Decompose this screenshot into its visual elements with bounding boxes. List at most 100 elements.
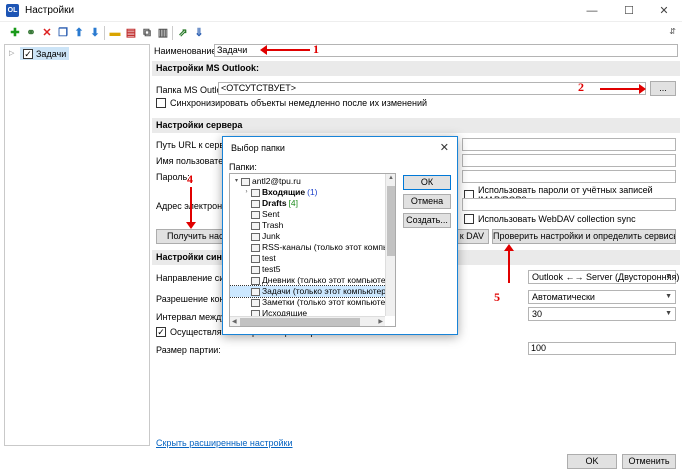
folder-icon [251, 188, 260, 197]
conflict-select[interactable]: Автоматически ▼ [528, 290, 676, 304]
username-input[interactable] [462, 154, 676, 167]
link-icon[interactable]: ⚭ [24, 26, 38, 40]
folder-item[interactable]: Junk [230, 231, 280, 242]
email-input[interactable] [462, 198, 676, 211]
partial-sync-checkbox[interactable]: ✓ [156, 327, 166, 337]
folder-item[interactable]: Заметки (только этот компьюте [230, 297, 385, 308]
annotation-number-5: 5 [494, 290, 500, 304]
folder-item-label: RSS-каналы (только этот компь [262, 242, 388, 252]
folders-label: Папки: [229, 162, 257, 172]
scroll-right-icon[interactable]: ▶ [378, 318, 383, 325]
chevron-down-icon: ▼ [665, 310, 672, 317]
folder-item-selected[interactable]: Задачи (только этот компьютер [230, 285, 387, 298]
folder-expander-icon[interactable]: ▾ [232, 176, 241, 187]
folder-item[interactable]: ▾ antl2@tpu.ru [230, 176, 301, 187]
webdav-label: Использовать WebDAV collection sync [478, 214, 636, 224]
tree-item-checkbox[interactable]: ✓ [23, 48, 33, 59]
webdav-checkbox[interactable] [464, 214, 474, 224]
hide-advanced-link[interactable]: Скрыть расширенные настройки [156, 438, 293, 448]
webdav-option[interactable]: Использовать WebDAV collection sync [464, 214, 636, 224]
minimize-button[interactable]: — [574, 2, 610, 20]
interval-select[interactable]: 30 ▼ [528, 307, 676, 321]
folder-item-label: Trash [262, 220, 284, 230]
dialog-ok-button[interactable]: ОК [403, 175, 451, 190]
conflict-label: Разрешение конф [156, 294, 232, 304]
sync-direction-value: Outlook ←→ Server (Двусторонняя) [532, 272, 680, 282]
folder-item[interactable]: test5 [230, 264, 280, 275]
folder-icon [251, 210, 260, 219]
sync-direction-select[interactable]: Outlook ←→ Server (Двусторонняя) ▼ [528, 270, 680, 284]
folder-list-hscroll[interactable]: ◀ ▶ [230, 316, 385, 326]
folder-item-label: Дневник (только этот компьютер [262, 275, 391, 285]
folder-icon [251, 254, 260, 263]
annotation-number-1: 1 [313, 42, 319, 56]
copy-icon[interactable]: ❐ [56, 26, 70, 40]
folder-item-label: antl2@tpu.ru [252, 176, 301, 186]
folder-item[interactable]: Дневник (только этот компьютер [230, 275, 390, 286]
server-url-input[interactable] [462, 138, 676, 151]
delete-icon[interactable]: ✕ [40, 26, 54, 40]
browse-folder-button[interactable]: ... [650, 81, 676, 96]
folder-icon[interactable]: ▬ [108, 26, 122, 40]
window-title: Настройки [25, 5, 75, 16]
get-settings-button[interactable]: Получить настр [156, 229, 226, 244]
stack-icon[interactable]: ▥ [156, 26, 170, 40]
folder-item-label: Заметки (только этот компьюте [262, 297, 386, 307]
folder-icon [241, 177, 250, 186]
export-icon[interactable]: ⇗ [176, 26, 190, 40]
clear-folder-icon[interactable]: ▤ [124, 26, 138, 40]
tree-item-tasks[interactable]: ✓ Задачи [20, 47, 70, 60]
hscroll-thumb[interactable] [240, 318, 360, 326]
folder-item-label: Drafts [262, 198, 287, 208]
chevron-down-icon: ▼ [665, 293, 672, 300]
move-down-icon[interactable]: ⬇ [88, 26, 102, 40]
dialog-close-icon[interactable]: ✕ [440, 141, 449, 154]
add-icon[interactable]: ✚ [8, 26, 22, 40]
folder-icon [251, 276, 260, 285]
folder-item[interactable]: RSS-каналы (только этот компь [230, 242, 387, 253]
folder-item-label: Sent [262, 209, 280, 219]
sync-direction-label: Направление син [156, 273, 230, 283]
vscroll-thumb[interactable] [387, 186, 395, 256]
annotation-number-2: 2 [578, 80, 584, 94]
scroll-up-icon[interactable]: ▲ [388, 175, 394, 181]
batch-size-input[interactable]: 100 [528, 342, 676, 355]
folder-list-vscroll[interactable]: ▲ [385, 174, 395, 316]
folder-item[interactable]: Trash [230, 220, 283, 231]
title-bar: OL Настройки — ☐ ✕ [0, 0, 682, 22]
cancel-button[interactable]: Отменить [622, 454, 676, 469]
move-up-icon[interactable]: ⬆ [72, 26, 86, 40]
password-input[interactable] [462, 170, 676, 183]
tree-item-label: Задачи [36, 48, 67, 59]
folder-icon [251, 265, 260, 274]
dialog-create-button[interactable]: Создать... [403, 213, 451, 228]
maximize-button[interactable]: ☐ [611, 2, 647, 20]
check-settings-button[interactable]: Проверить настройки и определить сервисы [492, 229, 676, 244]
folder-item[interactable]: Drafts [4] [230, 198, 298, 209]
ok-button[interactable]: OK [567, 454, 617, 469]
toolbar-separator [104, 26, 105, 40]
toolbar-overflow-icon[interactable]: ⇵ [669, 27, 676, 36]
email-label: Адрес электронно [156, 201, 233, 211]
folder-item-label: Junk [262, 231, 280, 241]
scroll-left-icon[interactable]: ◀ [232, 318, 237, 325]
folder-item[interactable]: Sent [230, 209, 280, 220]
folder-icon [251, 232, 260, 241]
folder-icon [251, 199, 260, 208]
folder-item[interactable]: › Входящие (1) [230, 187, 318, 198]
tree-expander-icon[interactable]: ▷ [9, 49, 14, 57]
profiles-tree: ▷ ✓ Задачи [4, 44, 150, 446]
dialog-cancel-button[interactable]: Отмена [403, 194, 451, 209]
sync-now-checkbox[interactable] [156, 98, 166, 108]
folder-expander-icon[interactable]: › [242, 187, 251, 198]
folder-list[interactable]: Исходящие Заметки (только этот компьюте За… [229, 173, 396, 327]
interval-value: 30 [532, 309, 543, 319]
import-icon[interactable]: ⇓ [192, 26, 206, 40]
annotation-arrow-1 [260, 45, 310, 55]
chevron-down-icon: ▼ [665, 273, 672, 280]
close-window-button[interactable]: ✕ [646, 2, 682, 20]
duplicate-icon[interactable]: ⧉ [140, 26, 154, 40]
sync-now-option[interactable]: Синхронизировать объекты немедленно посл… [156, 98, 427, 108]
folder-item-label: test [262, 253, 276, 263]
folder-item[interactable]: test [230, 253, 276, 264]
